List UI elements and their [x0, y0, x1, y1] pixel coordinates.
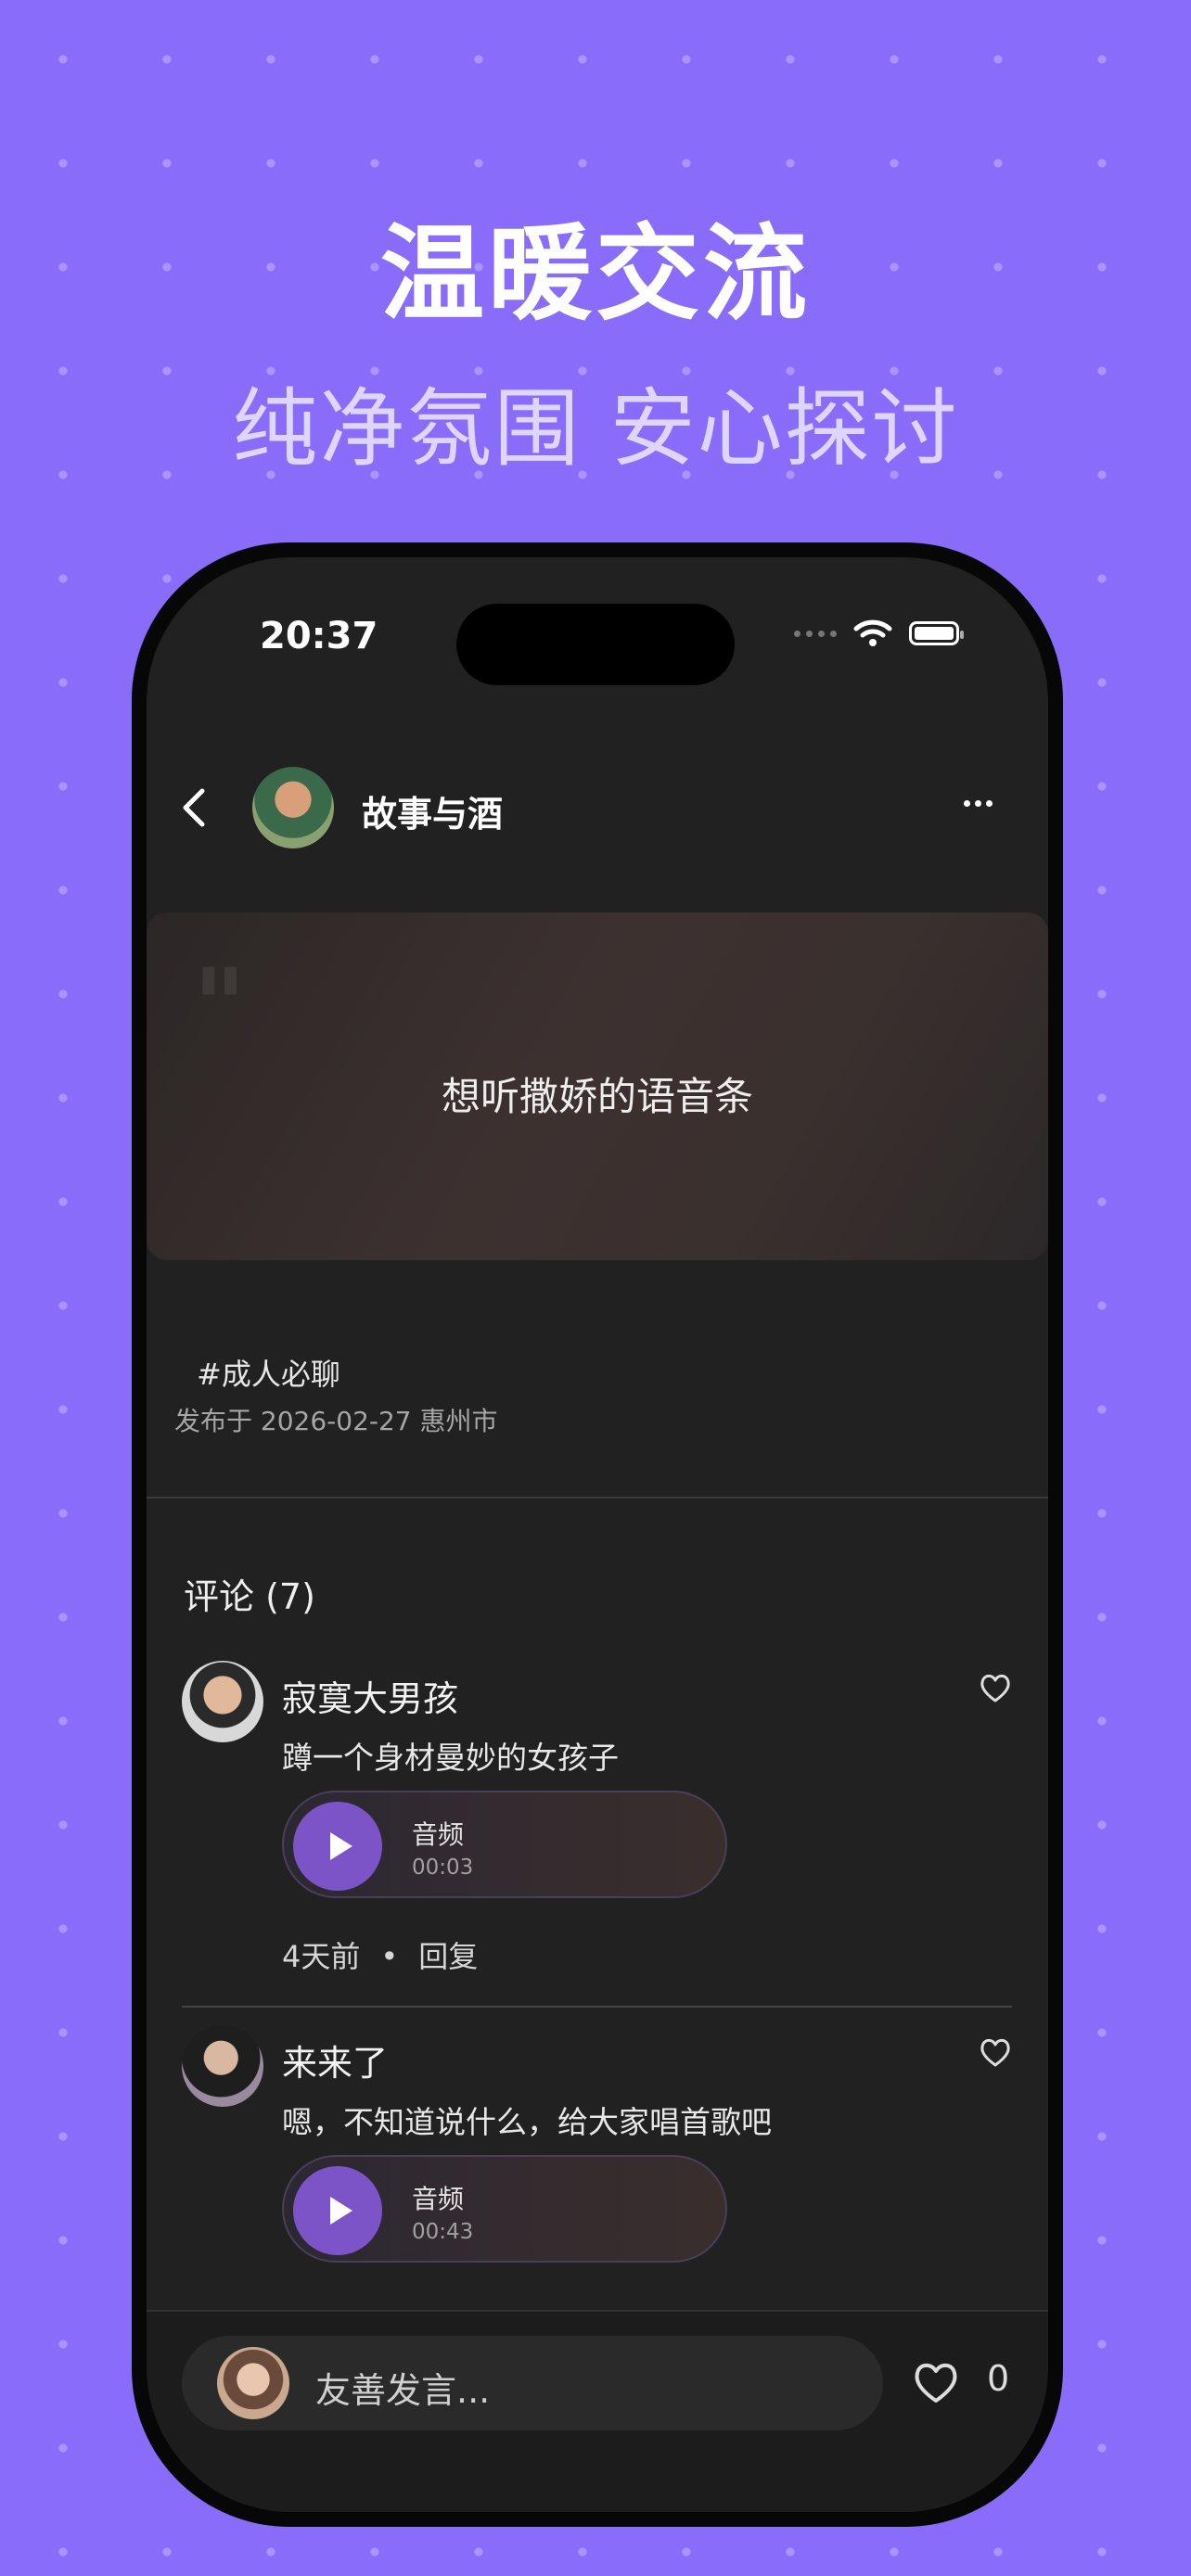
- back-chevron-icon[interactable]: [171, 780, 217, 835]
- input-placeholder[interactable]: 友善发言...: [315, 2362, 490, 2413]
- comment-separator: [182, 2006, 1012, 2008]
- status-indicators: [794, 618, 964, 648]
- commenter-avatar[interactable]: [182, 1661, 263, 1742]
- commenter-name[interactable]: 来来了: [282, 2034, 388, 2085]
- heart-outline-icon[interactable]: [979, 2036, 1012, 2068]
- comment-item: 来来了 嗯，不知道说什么，给大家唱首歌吧 音频 00:43: [182, 2025, 1012, 2303]
- separator-dot: •: [380, 1939, 399, 1974]
- author-name[interactable]: 故事与酒: [362, 785, 503, 836]
- comment-text: 蹲一个身材曼妙的女孩子: [282, 1740, 619, 1776]
- comment-item: 寂寞大男孩 蹲一个身材曼妙的女孩子 音频 00:03 4天前 • 回复: [182, 1661, 1012, 1976]
- top-nav: 故事与酒: [147, 752, 1048, 863]
- battery-icon: [909, 621, 964, 645]
- audio-duration: 00:43: [412, 2220, 474, 2244]
- like-count: 0: [987, 2358, 1010, 2399]
- play-icon[interactable]: [293, 2166, 382, 2255]
- comment-input[interactable]: 友善发言...: [182, 2336, 883, 2430]
- dynamic-island: [456, 604, 735, 685]
- audio-label: 音频: [412, 2184, 465, 2214]
- post-tag[interactable]: #成人必聊: [197, 1351, 340, 1394]
- promo-subline: 纯净氛围 安心探讨: [232, 379, 959, 478]
- post-meta: 发布于 2026-02-27 惠州市: [174, 1406, 498, 1436]
- like-heart-icon[interactable]: [912, 2360, 960, 2404]
- audio-duration: 00:03: [412, 1855, 474, 1880]
- audio-message[interactable]: 音频 00:43: [282, 2155, 727, 2263]
- play-icon[interactable]: [293, 1802, 382, 1891]
- promo-headline: 温暖交流: [380, 214, 811, 335]
- quote-mark-icon: ": [193, 946, 247, 1065]
- reply-link[interactable]: 回复: [418, 1939, 478, 1974]
- commenter-avatar[interactable]: [182, 2025, 263, 2107]
- post-text: 想听撒娇的语音条: [441, 1074, 753, 1119]
- app-screen: 20:37 故事与酒 " 想听撒娇的语音条 #成人必聊 发布于 2026-02-…: [147, 557, 1048, 2512]
- audio-label: 音频: [412, 1819, 465, 1850]
- divider: [147, 1497, 1048, 1498]
- wifi-icon: [853, 619, 892, 646]
- comment-footer: 4天前 • 回复: [282, 1933, 478, 1976]
- commenter-name[interactable]: 寂寞大男孩: [282, 1670, 458, 1721]
- more-dots-icon[interactable]: [964, 800, 992, 807]
- bottom-bar: 友善发言... 0: [147, 2310, 1048, 2512]
- comment-time: 4天前: [282, 1939, 361, 1974]
- status-time: 20:37: [260, 615, 378, 657]
- comments-title: 评论 (7): [184, 1576, 315, 1617]
- phone-frame: 20:37 故事与酒 " 想听撒娇的语音条 #成人必聊 发布于 2026-02-…: [132, 542, 1063, 2527]
- comment-text: 嗯，不知道说什么，给大家唱首歌吧: [282, 2104, 772, 2140]
- signal-icon: [794, 630, 837, 637]
- heart-outline-icon[interactable]: [979, 1672, 1012, 1703]
- author-avatar[interactable]: [252, 767, 334, 848]
- my-avatar: [217, 2347, 289, 2419]
- post-card: " 想听撒娇的语音条: [147, 912, 1048, 1260]
- audio-message[interactable]: 音频 00:03: [282, 1791, 727, 1898]
